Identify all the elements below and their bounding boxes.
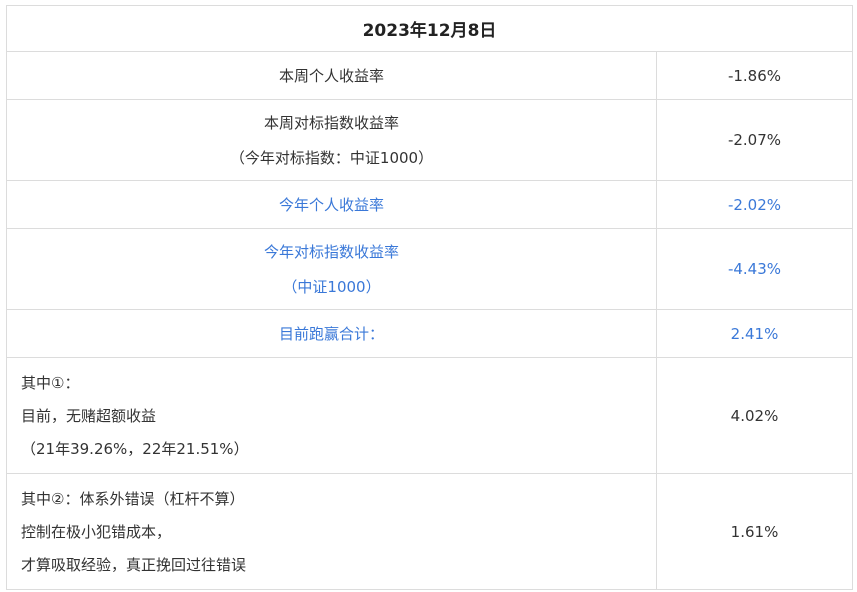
- table-row-total-outperformance: 目前跑赢合计： 2.41%: [6, 309, 853, 358]
- row-label-line: 本周对标指数收益率: [263, 114, 399, 132]
- table-row-breakdown-1: 其中①： 目前，无赌超额收益 （21年39.26%，22年21.51%） 4.0…: [6, 357, 853, 474]
- row-label-line: （中证1000）: [282, 278, 381, 296]
- row-label-line: 本周个人收益率: [278, 67, 384, 85]
- row-label-line: 控制在极小犯错成本，: [21, 523, 172, 541]
- row-label: 其中②：体系外错误（杠杆不算） 控制在极小犯错成本， 才算吸取经验，真正挽回过往…: [6, 473, 657, 590]
- row-label-line: 今年对标指数收益率: [263, 243, 399, 261]
- row-value: 1.61%: [656, 473, 853, 590]
- table-title: 2023年12月8日: [6, 5, 853, 52]
- row-label-line: （今年对标指数：中证1000）: [229, 149, 434, 167]
- row-label: 本周对标指数收益率 （今年对标指数：中证1000）: [6, 99, 657, 181]
- row-label-line: 目前跑赢合计：: [278, 325, 384, 343]
- row-value: -2.07%: [656, 99, 853, 181]
- table-title-row: 2023年12月8日: [6, 5, 853, 52]
- row-label: 本周个人收益率: [6, 51, 657, 100]
- row-value: 4.02%: [656, 357, 853, 474]
- table-row-weekly-benchmark-return: 本周对标指数收益率 （今年对标指数：中证1000） -2.07%: [6, 99, 853, 181]
- row-value: 2.41%: [656, 309, 853, 358]
- row-label-line: 目前，无赌超额收益: [21, 407, 157, 425]
- returns-table: 2023年12月8日 本周个人收益率 -1.86% 本周对标指数收益率 （今年对…: [6, 5, 853, 590]
- table-row-breakdown-2: 其中②：体系外错误（杠杆不算） 控制在极小犯错成本， 才算吸取经验，真正挽回过往…: [6, 473, 853, 590]
- row-value: -4.43%: [656, 228, 853, 310]
- table-row-ytd-benchmark-return: 今年对标指数收益率 （中证1000） -4.43%: [6, 228, 853, 310]
- row-value: -1.86%: [656, 51, 853, 100]
- table-row-ytd-personal-return: 今年个人收益率 -2.02%: [6, 180, 853, 229]
- row-label-line: 才算吸取经验，真正挽回过往错误: [21, 556, 247, 574]
- row-label: 今年个人收益率: [6, 180, 657, 229]
- row-label: 其中①： 目前，无赌超额收益 （21年39.26%，22年21.51%）: [6, 357, 657, 474]
- row-label-line: （21年39.26%，22年21.51%）: [21, 440, 249, 458]
- row-label: 今年对标指数收益率 （中证1000）: [6, 228, 657, 310]
- row-label-line: 今年个人收益率: [278, 196, 384, 214]
- row-label-line: 其中①：: [21, 374, 80, 392]
- row-value: -2.02%: [656, 180, 853, 229]
- row-label-line: 其中②：体系外错误（杠杆不算）: [21, 490, 245, 508]
- table-row-weekly-personal-return: 本周个人收益率 -1.86%: [6, 51, 853, 100]
- row-label: 目前跑赢合计：: [6, 309, 657, 358]
